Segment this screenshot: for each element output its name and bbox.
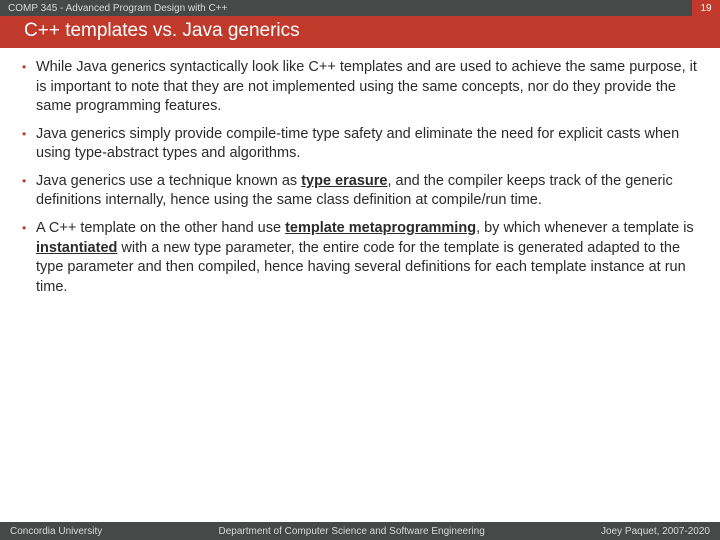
slide-content: While Java generics syntactically look l…: [0, 48, 720, 522]
footer-right: Joey Paquet, 2007-2020: [601, 526, 710, 537]
course-label: COMP 345 - Advanced Program Design with …: [8, 3, 227, 14]
list-item: While Java generics syntactically look l…: [22, 58, 698, 117]
footer-center: Department of Computer Science and Softw…: [219, 526, 485, 537]
slide: COMP 345 - Advanced Program Design with …: [0, 0, 720, 540]
bullet-list: While Java generics syntactically look l…: [22, 58, 698, 297]
list-item: Java generics simply provide compile-tim…: [22, 125, 698, 164]
footer-left: Concordia University: [10, 526, 102, 537]
list-item: Java generics use a technique known as t…: [22, 172, 698, 211]
footer-bar: Concordia University Department of Compu…: [0, 522, 720, 540]
top-bar: COMP 345 - Advanced Program Design with …: [0, 0, 720, 16]
list-item: A C++ template on the other hand use tem…: [22, 219, 698, 297]
page-number: 19: [692, 0, 720, 16]
slide-title-bar: C++ templates vs. Java generics: [0, 16, 720, 48]
slide-title: C++ templates vs. Java generics: [24, 20, 300, 42]
